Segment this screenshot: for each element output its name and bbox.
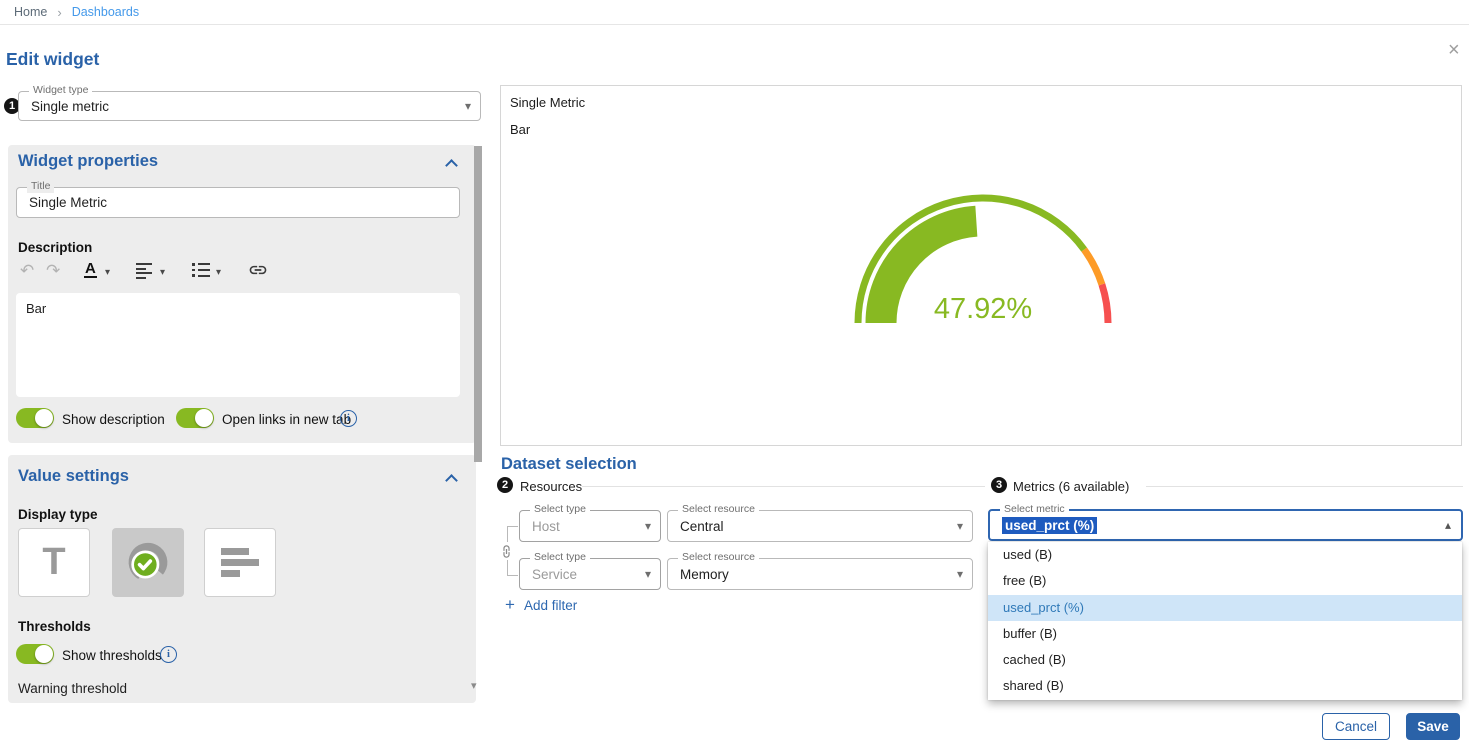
title-input-value: Single Metric: [29, 195, 107, 210]
connector-line: [507, 560, 508, 575]
divider: [582, 486, 985, 487]
description-editor[interactable]: Bar: [16, 293, 460, 397]
display-type-bar-button[interactable]: [204, 528, 276, 597]
breadcrumb-separator-icon: ›: [57, 5, 61, 20]
chevron-down-icon: ▾: [645, 567, 651, 581]
value-settings-card: Value settings Display type T Thresholds…: [8, 455, 476, 703]
description-content: Bar: [26, 301, 46, 316]
chevron-down-icon[interactable]: ▾: [160, 267, 165, 278]
collapse-chevron-icon[interactable]: [445, 474, 458, 487]
widget-type-value: Single metric: [31, 99, 109, 114]
link-resources-icon: [499, 543, 514, 560]
page-title: Edit widget: [6, 49, 99, 70]
title-input[interactable]: Title Single Metric: [16, 187, 460, 218]
select-type-label: Select type: [530, 504, 590, 516]
resource-select-2[interactable]: Select resource Memory ▾: [667, 558, 973, 590]
resources-label: Resources: [520, 479, 582, 494]
resource-value-2: Memory: [680, 567, 729, 582]
chevron-down-icon: ▾: [465, 99, 471, 113]
scrollbar-down-arrow-icon[interactable]: ▾: [471, 679, 477, 692]
step-badge-2: 2: [497, 477, 513, 493]
breadcrumb-dashboards[interactable]: Dashboards: [72, 5, 139, 19]
select-metric-value: used_prct (%): [1002, 517, 1097, 534]
resource-type-value-1: Host: [532, 519, 560, 534]
display-type-label: Display type: [18, 507, 98, 522]
save-button[interactable]: Save: [1406, 713, 1460, 740]
show-thresholds-toggle[interactable]: [16, 644, 54, 664]
display-type-gauge-button[interactable]: [112, 528, 184, 597]
chevron-down-icon: ▾: [645, 519, 651, 533]
thresholds-label: Thresholds: [18, 619, 91, 634]
add-filter-button[interactable]: Add filter: [524, 598, 577, 613]
widget-properties-card: Widget properties Title Single Metric De…: [8, 145, 476, 443]
warning-threshold-label: Warning threshold: [18, 681, 127, 696]
gauge-chart: 47.92%: [831, 186, 1135, 326]
chevron-down-icon: ▾: [957, 519, 963, 533]
title-input-label: Title: [27, 181, 54, 193]
collapse-chevron-icon[interactable]: [445, 159, 458, 172]
close-icon[interactable]: ×: [1448, 40, 1460, 60]
connector-line: [507, 575, 518, 576]
show-thresholds-label: Show thresholds: [62, 648, 162, 663]
list-icon[interactable]: [192, 263, 210, 277]
resource-value-1: Central: [680, 519, 724, 534]
select-resource-label: Select resource: [678, 504, 759, 516]
widget-type-select[interactable]: Widget type Single metric ▾: [18, 91, 481, 121]
text-display-icon: T: [42, 541, 65, 584]
display-type-text-button[interactable]: T: [18, 528, 90, 597]
align-icon[interactable]: [136, 263, 152, 279]
dropdown-option[interactable]: used (B): [988, 542, 1462, 568]
widget-properties-heading: Widget properties: [18, 152, 158, 171]
show-description-toggle[interactable]: [16, 408, 54, 428]
dataset-selection-heading: Dataset selection: [501, 455, 637, 474]
info-icon[interactable]: i: [340, 410, 357, 427]
connector-line: [507, 526, 508, 542]
chevron-down-icon[interactable]: ▾: [216, 267, 221, 278]
select-resource-label: Select resource: [678, 552, 759, 564]
gauge-display-icon: [125, 540, 171, 586]
resource-type-value-2: Service: [532, 567, 577, 582]
undo-icon[interactable]: ↶: [20, 262, 34, 279]
description-label: Description: [18, 240, 92, 255]
resource-select-1[interactable]: Select resource Central ▾: [667, 510, 973, 542]
open-links-toggle[interactable]: [176, 408, 214, 428]
plus-icon[interactable]: +: [505, 595, 515, 615]
preview-title: Single Metric: [510, 95, 585, 110]
dropdown-option[interactable]: shared (B): [988, 673, 1462, 699]
chevron-down-icon[interactable]: ▾: [105, 267, 110, 278]
chevron-up-icon[interactable]: ▴: [1445, 518, 1451, 532]
gauge-value-label: 47.92%: [934, 293, 1032, 325]
metric-dropdown-list: used (B) free (B) used_prct (%) buffer (…: [988, 542, 1462, 700]
resource-type-select-2[interactable]: Select type Service ▾: [519, 558, 661, 590]
dropdown-option-selected[interactable]: used_prct (%): [988, 595, 1462, 621]
step-badge-3: 3: [991, 477, 1007, 493]
select-type-label: Select type: [530, 552, 590, 564]
show-description-label: Show description: [62, 412, 165, 427]
redo-icon[interactable]: ↷: [46, 262, 60, 279]
breadcrumb: Home › Dashboards: [0, 0, 1469, 25]
dropdown-option[interactable]: cached (B): [988, 647, 1462, 673]
text-color-icon[interactable]: A: [84, 261, 97, 278]
resource-type-select-1[interactable]: Select type Host ▾: [519, 510, 661, 542]
select-metric-label: Select metric: [1000, 503, 1069, 515]
chevron-down-icon: ▾: [957, 567, 963, 581]
open-links-label: Open links in new tab: [222, 412, 351, 427]
breadcrumb-home[interactable]: Home: [14, 5, 47, 19]
select-metric-input[interactable]: Select metric used_prct (%) ▴: [988, 509, 1463, 541]
dropdown-option[interactable]: free (B): [988, 568, 1462, 594]
edit-widget-modal: Home › Dashboards Edit widget × 1 Widget…: [0, 0, 1469, 743]
divider: [1146, 486, 1463, 487]
connector-line: [507, 526, 518, 527]
scrollbar-thumb[interactable]: [474, 146, 482, 462]
cancel-button[interactable]: Cancel: [1322, 713, 1390, 740]
link-icon[interactable]: [248, 260, 268, 280]
widget-preview-panel: Single Metric Bar 47.92%: [500, 85, 1462, 446]
dropdown-option[interactable]: buffer (B): [988, 621, 1462, 647]
preview-description: Bar: [510, 122, 530, 137]
value-settings-heading: Value settings: [18, 467, 129, 486]
metrics-label: Metrics (6 available): [1013, 479, 1129, 494]
info-icon[interactable]: i: [160, 646, 177, 663]
widget-type-label: Widget type: [29, 85, 92, 97]
bar-chart-display-icon: [221, 548, 259, 577]
